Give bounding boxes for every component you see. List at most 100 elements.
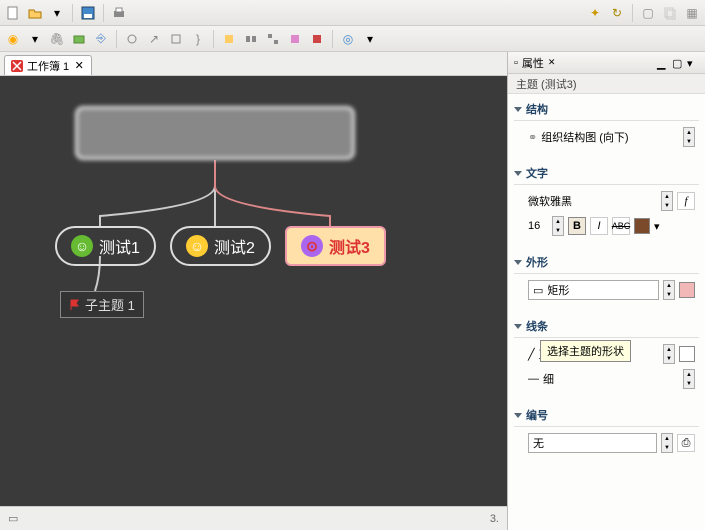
- shape-title: 外形: [526, 254, 548, 270]
- number-spinner[interactable]: ▲▼: [661, 433, 673, 453]
- summary-icon[interactable]: }: [189, 30, 207, 48]
- section-structure: 结构 ⚭ 组织结构图 (向下) ▲▼: [514, 98, 699, 154]
- number-header[interactable]: 编号: [514, 404, 699, 427]
- node1-label: 测试1: [99, 234, 140, 258]
- number-value: 无: [533, 435, 544, 451]
- layout1-icon[interactable]: [220, 30, 238, 48]
- rect-icon: ▭: [533, 284, 543, 297]
- mindmap-canvas[interactable]: ☺ 测试1 ☺ 测试2 ⊙ 测试3 子主题 1: [0, 76, 507, 506]
- link-icon[interactable]: ⎆: [92, 30, 110, 48]
- copy-icon[interactable]: [661, 4, 679, 22]
- flag-icon: [69, 299, 81, 311]
- panel-title: 属性: [522, 55, 544, 71]
- layout2-icon[interactable]: [242, 30, 260, 48]
- structure-spinner[interactable]: ▲▼: [683, 127, 695, 147]
- node2-label: 测试2: [214, 234, 255, 258]
- close-tab-icon[interactable]: ✕: [73, 60, 85, 72]
- number-select[interactable]: 无: [528, 433, 657, 453]
- topic-node-3-selected[interactable]: ⊙ 测试3: [285, 226, 386, 266]
- bold-button[interactable]: B: [568, 217, 586, 235]
- style-icon[interactable]: [308, 30, 326, 48]
- font-size: 16: [528, 220, 548, 232]
- toolbar-main: ▾ ✦ ↻ ▢ ▦: [0, 0, 705, 26]
- properties-panel: ▫ 属性 ✕ ▁ ▢ ▾ 主题 (测试3) 结构 ⚭ 组织结构图: [507, 52, 705, 530]
- strike-button[interactable]: ABC: [612, 217, 630, 235]
- font-style-button[interactable]: f: [677, 192, 695, 210]
- chevron-down-icon[interactable]: ▾: [26, 30, 44, 48]
- menu-icon[interactable]: ▾: [687, 57, 699, 69]
- emoji-laugh-icon: ☺: [186, 235, 208, 257]
- shape-color-swatch[interactable]: [679, 282, 695, 298]
- node-icon[interactable]: [123, 30, 141, 48]
- subtopic-node[interactable]: 子主题 1: [60, 291, 144, 318]
- section-number: 编号 无 ▲▼ ⎙: [514, 404, 699, 460]
- sheet-icon[interactable]: ▭: [8, 512, 18, 525]
- attach-icon[interactable]: 🖇: [48, 30, 66, 48]
- paste-icon[interactable]: ▦: [683, 4, 701, 22]
- root-topic[interactable]: [75, 106, 355, 160]
- node3-label: 测试3: [329, 234, 370, 258]
- shape-tooltip: 选择主题的形状: [540, 340, 631, 362]
- chevron-down-icon: [514, 107, 522, 112]
- text-color-swatch[interactable]: [634, 218, 650, 234]
- print-icon[interactable]: [110, 4, 128, 22]
- open-folder-icon[interactable]: [26, 4, 44, 22]
- layout3-icon[interactable]: [264, 30, 282, 48]
- line-weight: 细: [543, 371, 679, 387]
- org-chart-icon: ⚭: [528, 131, 537, 144]
- theme-icon[interactable]: [286, 30, 304, 48]
- weight-spinner[interactable]: ▲▼: [683, 369, 695, 389]
- text-header[interactable]: 文字: [514, 162, 699, 185]
- topic-node-2[interactable]: ☺ 测试2: [170, 226, 271, 266]
- section-text: 文字 微软雅黑 ▲▼ f 16 ▲▼ B I ABC ▾: [514, 162, 699, 243]
- number-title: 编号: [526, 407, 548, 423]
- tab-title: 工作簿 1: [27, 58, 69, 74]
- tab-bar: 工作簿 1 ✕: [0, 52, 507, 76]
- workbook-tab[interactable]: 工作簿 1 ✕: [4, 55, 92, 75]
- panel-close-icon[interactable]: ✕: [548, 57, 556, 68]
- focus-icon[interactable]: ◎: [339, 30, 357, 48]
- new-file-icon[interactable]: [4, 4, 22, 22]
- line-header[interactable]: 线条: [514, 315, 699, 338]
- subnode-label: 子主题 1: [85, 295, 135, 314]
- number-format-button[interactable]: ⎙: [677, 434, 695, 452]
- selection-label: 主题 (测试3): [516, 76, 577, 92]
- italic-button[interactable]: I: [590, 217, 608, 235]
- chevron-down-icon: [514, 171, 522, 176]
- minimize-icon[interactable]: ▁: [657, 57, 669, 69]
- line-spinner[interactable]: ▲▼: [663, 344, 675, 364]
- shape-value: 矩形: [547, 282, 569, 298]
- font-spinner[interactable]: ▲▼: [661, 191, 673, 211]
- save-icon[interactable]: [79, 4, 97, 22]
- shape-select[interactable]: ▭ 矩形: [528, 280, 659, 300]
- bulb-icon[interactable]: ◉: [4, 30, 22, 48]
- restore-icon[interactable]: ▢: [672, 57, 684, 69]
- redo-icon[interactable]: ↻: [608, 4, 626, 22]
- color-dropdown-icon[interactable]: ▾: [654, 220, 660, 233]
- arrow-icon[interactable]: ↗: [145, 30, 163, 48]
- structure-title: 结构: [526, 101, 548, 117]
- tag-icon[interactable]: [70, 30, 88, 48]
- bottom-bar: ▭ 3.: [0, 506, 507, 530]
- chevron-down-icon: [514, 260, 522, 265]
- emoji-smile-icon: ☺: [71, 235, 93, 257]
- structure-header[interactable]: 结构: [514, 98, 699, 121]
- chevron-down-icon: [514, 324, 522, 329]
- chevron2-icon[interactable]: ▾: [361, 30, 379, 48]
- topic-node-1[interactable]: ☺ 测试1: [55, 226, 156, 266]
- line-weight-icon: —: [528, 373, 539, 385]
- emoji-surprised-icon: ⊙: [301, 235, 323, 257]
- text-title: 文字: [526, 165, 548, 181]
- star-icon[interactable]: ✦: [586, 4, 604, 22]
- shape-header[interactable]: 外形: [514, 251, 699, 274]
- dropdown-icon[interactable]: ▾: [48, 4, 66, 22]
- doc1-icon[interactable]: ▢: [639, 4, 657, 22]
- tooltip-text: 选择主题的形状: [547, 346, 624, 358]
- size-spinner[interactable]: ▲▼: [552, 216, 564, 236]
- box-icon[interactable]: [167, 30, 185, 48]
- xmind-icon: [11, 60, 23, 72]
- line-color-swatch[interactable]: [679, 346, 695, 362]
- chevron-down-icon: [514, 413, 522, 418]
- shape-spinner[interactable]: ▲▼: [663, 280, 675, 300]
- font-name: 微软雅黑: [528, 193, 657, 209]
